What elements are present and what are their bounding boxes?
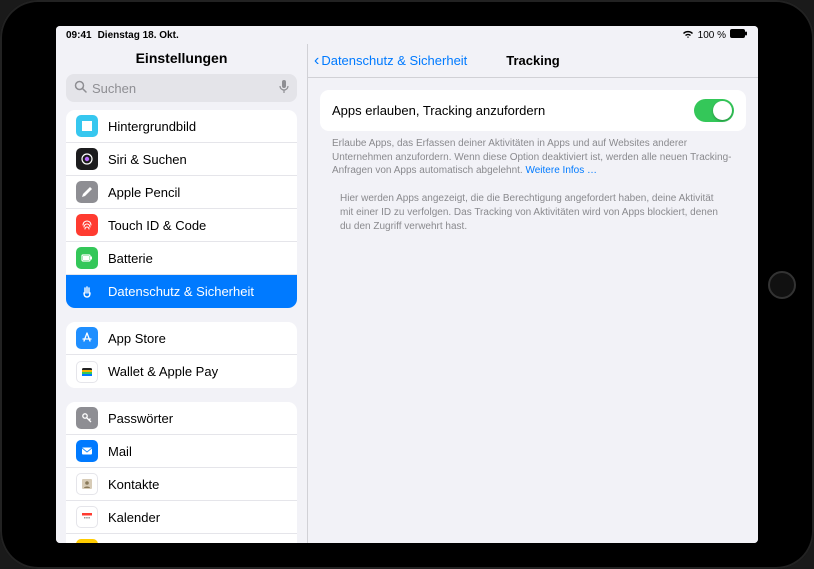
search-input[interactable] (92, 81, 279, 96)
sidebar-item-label: Notizen (108, 543, 152, 544)
tracking-info: Hier werden Apps angezeigt, die die Bere… (320, 178, 746, 248)
contacts-icon (76, 473, 98, 495)
wallpaper-icon (76, 115, 98, 137)
hand-icon (76, 281, 98, 303)
tracking-footer: Erlaube Apps, das Erfassen deiner Aktivi… (320, 131, 746, 178)
allow-tracking-row: Apps erlauben, Tracking anzufordern (320, 90, 746, 131)
sidebar-item-label: Hintergrundbild (108, 119, 196, 134)
sidebar-group: PasswörterMailKontakteKalenderNotizenEri… (66, 402, 297, 543)
siri-icon (76, 148, 98, 170)
detail-header: ‹ Datenschutz & Sicherheit Tracking (308, 44, 758, 78)
sidebar-group: Hintergrundbild Siri & Suchen Apple Pencil… (66, 110, 297, 308)
sidebar-item-mail[interactable]: Mail (66, 435, 297, 468)
battery-icon (730, 29, 748, 41)
tracking-card: Apps erlauben, Tracking anzufordern (320, 90, 746, 131)
sidebar-item-wallet[interactable]: Wallet & Apple Pay (66, 355, 297, 388)
fingerprint-icon (76, 214, 98, 236)
home-button[interactable] (768, 271, 796, 299)
wallet-icon (76, 361, 98, 383)
sidebar-item-datenschutz[interactable]: Datenschutz & Sicherheit (66, 275, 297, 308)
sidebar-item-label: Kontakte (108, 477, 159, 492)
sidebar-title: Einstellungen (56, 44, 307, 74)
sidebar-item-label: Touch ID & Code (108, 218, 206, 233)
sidebar-item-appstore[interactable]: App Store (66, 322, 297, 355)
allow-tracking-label: Apps erlauben, Tracking anzufordern (332, 103, 545, 118)
sidebar-item-label: Passwörter (108, 411, 173, 426)
sidebar-group: App Store Wallet & Apple Pay (66, 322, 297, 388)
status-date: Dienstag 18. Okt. (98, 30, 179, 41)
sidebar-item-label: Siri & Suchen (108, 152, 187, 167)
chevron-left-icon: ‹ (314, 53, 319, 69)
battery-percent: 100 % (698, 30, 726, 41)
notes-icon (76, 539, 98, 543)
search-field[interactable] (66, 74, 297, 102)
sidebar-item-label: Apple Pencil (108, 185, 180, 200)
sidebar-item-label: Wallet & Apple Pay (108, 364, 218, 379)
sidebar-item-label: Batterie (108, 251, 153, 266)
pencil-icon (76, 181, 98, 203)
ipad-frame: 09:41 Dienstag 18. Okt. 100 % Einstellun… (0, 0, 814, 569)
sidebar-item-pencil[interactable]: Apple Pencil (66, 176, 297, 209)
more-info-link[interactable]: Weitere Infos … (525, 165, 597, 176)
mail-icon (76, 440, 98, 462)
sidebar-item-kontakte[interactable]: Kontakte (66, 468, 297, 501)
sidebar-item-hintergrundbild[interactable]: Hintergrundbild (66, 110, 297, 143)
status-time: 09:41 (66, 30, 92, 41)
wifi-icon (682, 29, 694, 42)
sidebar-item-passwoerter[interactable]: Passwörter (66, 402, 297, 435)
settings-sidebar: Einstellungen Hintergrundbild Siri & Such… (56, 44, 308, 543)
mic-icon[interactable] (279, 80, 289, 97)
back-button[interactable]: ‹ Datenschutz & Sicherheit (314, 53, 467, 69)
sidebar-item-touchid[interactable]: Touch ID & Code (66, 209, 297, 242)
sidebar-item-notizen[interactable]: Notizen (66, 534, 297, 543)
sidebar-item-siri[interactable]: Siri & Suchen (66, 143, 297, 176)
sidebar-item-batterie[interactable]: Batterie (66, 242, 297, 275)
status-bar: 09:41 Dienstag 18. Okt. 100 % (56, 26, 758, 44)
screen: 09:41 Dienstag 18. Okt. 100 % Einstellun… (56, 26, 758, 543)
sidebar-item-label: App Store (108, 331, 166, 346)
allow-tracking-toggle[interactable] (694, 99, 734, 122)
key-icon (76, 407, 98, 429)
sidebar-item-label: Mail (108, 444, 132, 459)
appstore-icon (76, 327, 98, 349)
detail-title: Tracking (506, 53, 559, 68)
sidebar-item-kalender[interactable]: Kalender (66, 501, 297, 534)
back-label: Datenschutz & Sicherheit (321, 53, 467, 68)
calendar-icon (76, 506, 98, 528)
search-icon (74, 80, 87, 96)
sidebar-item-label: Kalender (108, 510, 160, 525)
battery-icon (76, 247, 98, 269)
detail-pane: ‹ Datenschutz & Sicherheit Tracking Apps… (308, 44, 758, 543)
sidebar-item-label: Datenschutz & Sicherheit (108, 284, 254, 299)
